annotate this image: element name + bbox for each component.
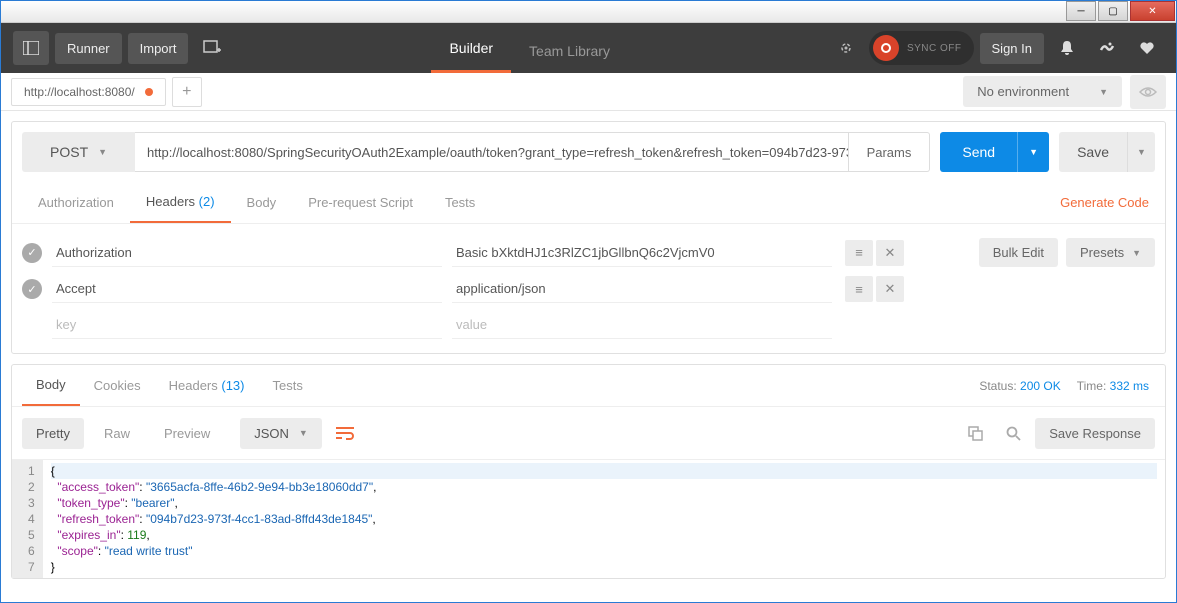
header-delete-button[interactable]: ✕: [876, 276, 904, 302]
wrap-icon: [336, 426, 354, 440]
code-content: { "access_token": "3665acfa-8ffe-46b2-9e…: [43, 460, 1165, 578]
time-value: 332 ms: [1110, 379, 1149, 393]
status-value: 200 OK: [1020, 379, 1061, 393]
header-row: ✓ Accept application/json ≡ ✕: [22, 271, 1155, 307]
save-button[interactable]: Save: [1059, 132, 1127, 172]
header-row: ✓ Authorization Basic bXktdHJ1c3RlZC1jbG…: [22, 234, 1155, 271]
unsaved-dot-icon: [145, 88, 153, 96]
runner-button[interactable]: Runner: [55, 33, 122, 64]
chevron-down-icon: ▼: [1132, 248, 1141, 258]
notifications-icon[interactable]: [1050, 31, 1084, 65]
interceptor-icon[interactable]: [829, 31, 863, 65]
tab-authorization[interactable]: Authorization: [22, 183, 130, 222]
search-button[interactable]: [997, 417, 1029, 449]
add-tab-button[interactable]: +: [172, 77, 202, 107]
heart-icon[interactable]: [1130, 31, 1164, 65]
copy-icon: [968, 426, 983, 441]
request-builder: POST ▼ http://localhost:8080/SpringSecur…: [11, 121, 1166, 354]
header-value-input[interactable]: value: [452, 311, 832, 339]
chevron-down-icon: ▼: [299, 428, 308, 438]
chevron-down-icon: ▼: [98, 147, 107, 157]
window-close-button[interactable]: ✕: [1130, 1, 1175, 21]
line-gutter: 1 2 3 4 5 6 7: [12, 460, 43, 578]
request-line: POST ▼ http://localhost:8080/SpringSecur…: [12, 122, 1165, 182]
window-minimize-button[interactable]: ─: [1066, 1, 1096, 21]
resptab-body[interactable]: Body: [22, 365, 80, 406]
sync-toggle[interactable]: SYNC OFF: [869, 31, 974, 65]
sidebar-icon: [23, 41, 39, 55]
response-panel: Body Cookies Headers (13) Tests Status: …: [11, 364, 1166, 579]
tab-body[interactable]: Body: [231, 183, 293, 222]
header-drag-icon[interactable]: ≡: [845, 240, 873, 266]
save-dropdown[interactable]: ▼: [1127, 132, 1155, 172]
view-raw-button[interactable]: Raw: [90, 418, 144, 449]
main-toolbar: Runner Import Builder Team Library SYNC …: [1, 23, 1176, 73]
url-input[interactable]: http://localhost:8080/SpringSecurityOAut…: [135, 132, 849, 172]
resptab-tests[interactable]: Tests: [259, 366, 317, 405]
tab-tests[interactable]: Tests: [429, 183, 491, 222]
bulk-edit-button[interactable]: Bulk Edit: [979, 238, 1058, 267]
send-button[interactable]: Send: [940, 132, 1017, 172]
response-meta: Status: 200 OK Time: 332 ms: [979, 379, 1155, 393]
request-tabs-bar: http://localhost:8080/ + No environment …: [1, 73, 1176, 111]
header-key-input[interactable]: Accept: [52, 275, 442, 303]
header-value-input[interactable]: application/json: [452, 275, 832, 303]
method-label: POST: [50, 144, 88, 160]
tab-prerequest[interactable]: Pre-request Script: [292, 183, 429, 222]
import-button[interactable]: Import: [128, 33, 189, 64]
view-pretty-button[interactable]: Pretty: [22, 418, 84, 449]
header-key-input[interactable]: key: [52, 311, 442, 339]
new-window-button[interactable]: [194, 31, 230, 65]
header-row-new: key value: [22, 307, 1155, 343]
presets-button[interactable]: Presets ▼: [1066, 238, 1155, 267]
copy-button[interactable]: [959, 417, 991, 449]
header-enabled-check[interactable]: ✓: [22, 243, 42, 263]
save-response-button[interactable]: Save Response: [1035, 418, 1155, 449]
response-controls: Pretty Raw Preview JSON ▼ Save Response: [12, 407, 1165, 460]
tab-headers[interactable]: Headers (2): [130, 182, 231, 223]
request-subtabs: Authorization Headers (2) Body Pre-reque…: [12, 182, 1165, 224]
chevron-down-icon: ▼: [1137, 147, 1146, 157]
send-dropdown[interactable]: ▼: [1017, 132, 1049, 172]
environment-select[interactable]: No environment ▼: [963, 76, 1122, 107]
signin-button[interactable]: Sign In: [980, 33, 1044, 64]
method-select[interactable]: POST ▼: [22, 132, 135, 172]
params-button[interactable]: Params: [849, 132, 931, 172]
view-preview-button[interactable]: Preview: [150, 418, 224, 449]
chevron-down-icon: ▼: [1099, 87, 1108, 97]
settings-icon[interactable]: [1090, 31, 1124, 65]
response-body-viewer[interactable]: 1 2 3 4 5 6 7 { "access_token": "3665acf…: [12, 460, 1165, 578]
header-enabled-check[interactable]: ✓: [22, 279, 42, 299]
resptab-cookies[interactable]: Cookies: [80, 366, 155, 405]
window-titlebar: ─ ▢ ✕: [1, 1, 1176, 23]
eye-icon: [1139, 86, 1157, 98]
header-delete-button[interactable]: ✕: [876, 240, 904, 266]
tab-team-library[interactable]: Team Library: [511, 29, 628, 73]
search-icon: [1006, 426, 1021, 441]
wrap-lines-button[interactable]: [328, 417, 362, 449]
sync-icon: [873, 35, 899, 61]
headers-editor: ✓ Authorization Basic bXktdHJ1c3RlZC1jbG…: [12, 224, 1165, 353]
format-select[interactable]: JSON ▼: [240, 418, 322, 449]
header-key-input[interactable]: Authorization: [52, 239, 442, 267]
toggle-sidebar-button[interactable]: [13, 31, 49, 65]
resptab-headers[interactable]: Headers (13): [155, 366, 259, 405]
sync-label: SYNC OFF: [907, 43, 962, 54]
environment-label: No environment: [977, 84, 1069, 99]
response-tabs: Body Cookies Headers (13) Tests Status: …: [12, 365, 1165, 407]
new-tab-icon: [203, 40, 221, 56]
tab-builder[interactable]: Builder: [431, 26, 511, 73]
request-tab-label: http://localhost:8080/: [24, 85, 135, 99]
request-tab[interactable]: http://localhost:8080/: [11, 78, 166, 106]
header-value-input[interactable]: Basic bXktdHJ1c3RlZC1jbGllbnQ6c2VjcmV0: [452, 239, 832, 267]
chevron-down-icon: ▼: [1029, 147, 1038, 157]
header-drag-icon[interactable]: ≡: [845, 276, 873, 302]
environment-preview-button[interactable]: [1130, 75, 1166, 109]
generate-code-link[interactable]: Generate Code: [1060, 195, 1155, 210]
window-maximize-button[interactable]: ▢: [1098, 1, 1128, 21]
